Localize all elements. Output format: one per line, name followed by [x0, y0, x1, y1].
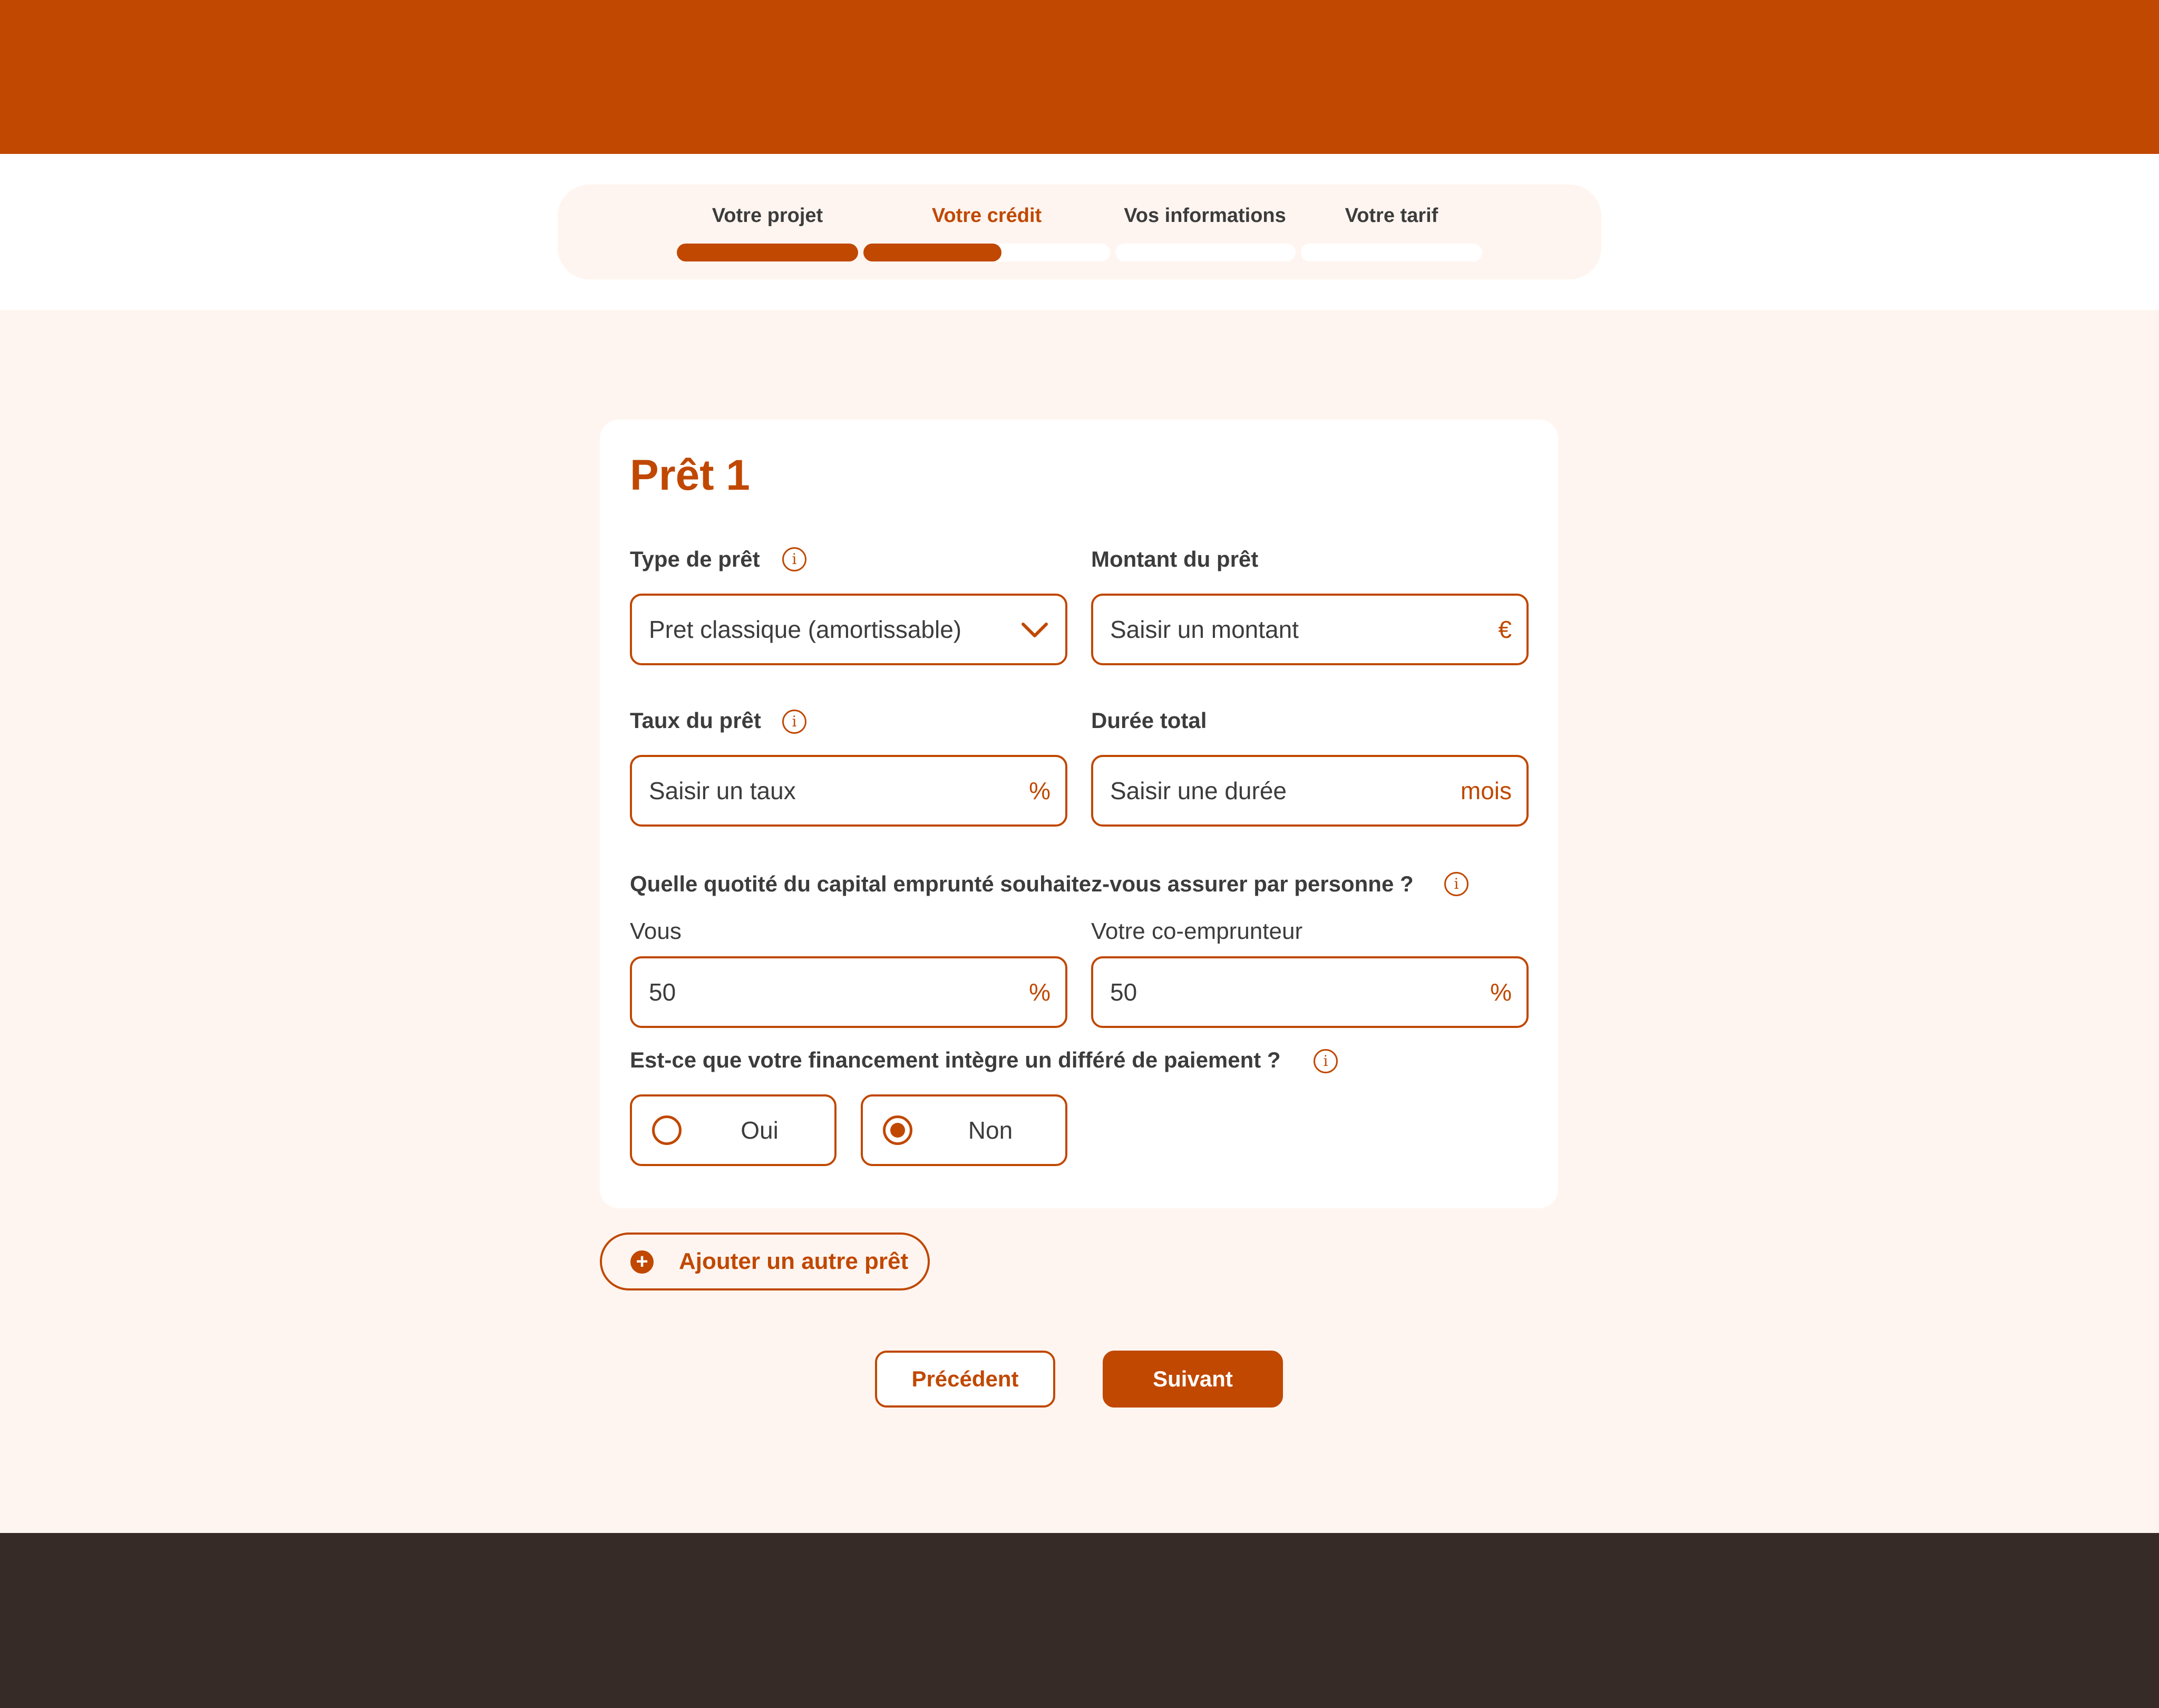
- previous-button[interactable]: Précédent: [875, 1351, 1055, 1408]
- loan-amount-field[interactable]: €: [1091, 594, 1529, 665]
- top-banner: [0, 0, 2159, 154]
- loan-duration-field[interactable]: mois: [1091, 755, 1529, 827]
- loan-amount-input[interactable]: [1110, 596, 1447, 663]
- loan-rate-field[interactable]: %: [630, 755, 1067, 827]
- quotity-coborrower-label: Votre co-emprunteur: [1091, 918, 1303, 944]
- plus-circle-icon: +: [630, 1250, 654, 1274]
- loan-rate-label: Taux du prêt: [630, 708, 761, 733]
- euro-icon: €: [1498, 616, 1512, 643]
- loan-duration-label: Durée total: [1091, 708, 1207, 733]
- deferral-option-yes[interactable]: Oui: [630, 1094, 837, 1166]
- loan-duration-input[interactable]: [1110, 757, 1447, 824]
- deferral-option-no[interactable]: Non: [861, 1094, 1067, 1166]
- quotity-you-field[interactable]: 50 %: [630, 956, 1067, 1028]
- quotity-coborrower-value[interactable]: 50: [1110, 958, 1137, 1026]
- page-footer: [0, 1533, 2159, 1708]
- step-track-credit: [863, 244, 1110, 261]
- loan-type-value: Pret classique (amortissable): [649, 616, 962, 643]
- deferral-info-icon[interactable]: i: [1314, 1049, 1338, 1073]
- deferral-question: Est-ce que votre financement intègre un …: [630, 1047, 1281, 1072]
- step-track-information: [1115, 244, 1296, 261]
- percent-icon: %: [1029, 978, 1051, 1006]
- percent-icon: %: [1029, 777, 1051, 804]
- loan-rate-input[interactable]: [649, 757, 986, 824]
- loan-type-select[interactable]: Pret classique (amortissable): [630, 594, 1067, 665]
- radio-yes-circle[interactable]: [652, 1115, 682, 1145]
- radio-no-label: Non: [968, 1117, 1013, 1144]
- chevron-down-icon: [1022, 623, 1048, 637]
- quotity-info-icon[interactable]: i: [1444, 872, 1468, 896]
- step-track-project: [677, 244, 858, 261]
- radio-selected-dot: [890, 1123, 905, 1138]
- step-label-rate[interactable]: Votre tarif: [1345, 205, 1438, 227]
- radio-yes-label: Oui: [741, 1117, 779, 1144]
- add-loan-button[interactable]: + Ajouter un autre prêt: [600, 1233, 930, 1290]
- loan-rate-info-icon[interactable]: i: [782, 710, 806, 734]
- loan-type-info-icon[interactable]: i: [782, 547, 806, 571]
- percent-icon: %: [1490, 978, 1512, 1006]
- step-label-information[interactable]: Vos informations: [1124, 205, 1286, 227]
- loan-amount-label: Montant du prêt: [1091, 547, 1259, 571]
- step-label-project[interactable]: Votre projet: [712, 205, 823, 227]
- loan-type-label: Type de prêt: [630, 547, 760, 571]
- quotity-you-value[interactable]: 50: [649, 958, 676, 1026]
- loan-title: Prêt 1: [630, 451, 750, 499]
- quotity-coborrower-field[interactable]: 50 %: [1091, 956, 1529, 1028]
- duration-unit: mois: [1460, 777, 1512, 804]
- radio-no-circle[interactable]: [883, 1115, 912, 1145]
- quotity-question: Quelle quotité du capital emprunté souha…: [630, 871, 1414, 896]
- step-label-credit[interactable]: Votre crédit: [932, 205, 1042, 227]
- step-fill-credit: [863, 244, 1002, 261]
- step-track-rate: [1301, 244, 1482, 261]
- quotity-you-label: Vous: [630, 918, 682, 944]
- next-button[interactable]: Suivant: [1103, 1351, 1283, 1408]
- step-fill-project: [677, 244, 858, 261]
- add-loan-label: Ajouter un autre prêt: [679, 1248, 909, 1274]
- progress-stepper: [558, 185, 1601, 279]
